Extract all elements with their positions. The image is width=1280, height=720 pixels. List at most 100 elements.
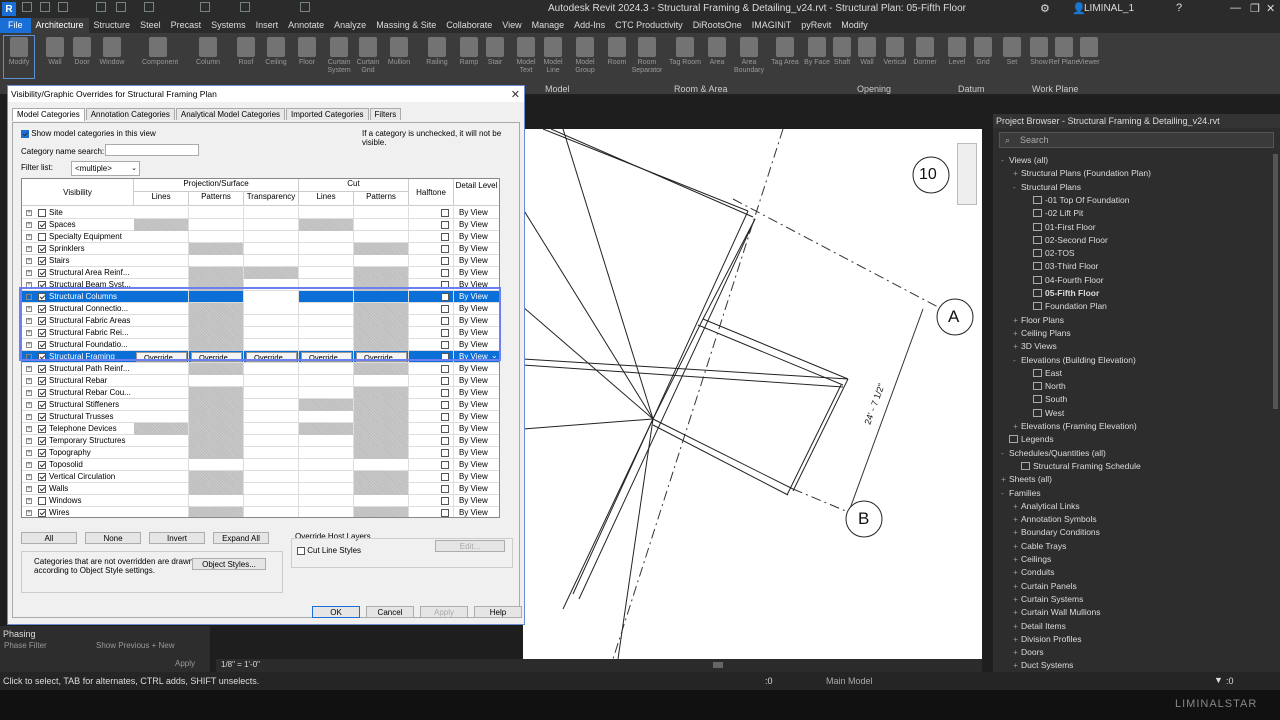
grid-cell[interactable] (244, 291, 299, 303)
invert-button[interactable]: Invert (149, 532, 205, 544)
ribbon-button-room[interactable]: Room (601, 37, 633, 67)
apply-button[interactable]: Apply (420, 606, 468, 618)
grid-cell[interactable] (244, 207, 299, 219)
grid-cell[interactable] (134, 303, 189, 315)
grid-cell[interactable] (134, 243, 189, 255)
grid-cell[interactable] (134, 495, 189, 507)
ribbon-button-area[interactable]: Area (701, 37, 733, 67)
3d-view-icon[interactable] (300, 2, 310, 12)
tree-item[interactable]: + Sheets (all) (1001, 473, 1052, 486)
expand-icon[interactable]: + (1013, 420, 1021, 433)
tree-item[interactable]: 01-First Floor (1025, 221, 1096, 234)
visibility-checkbox[interactable] (38, 401, 46, 409)
grid-cell[interactable] (189, 291, 244, 303)
expand-icon[interactable]: + (1013, 340, 1021, 353)
grid-cell[interactable] (244, 483, 299, 495)
text-icon[interactable] (240, 2, 250, 12)
table-row[interactable]: + Spaces By View (22, 219, 499, 231)
table-row[interactable]: + Telephone Devices By View (22, 423, 499, 435)
visibility-checkbox[interactable] (38, 509, 46, 517)
tab-add-ins[interactable]: Add-Ins (569, 18, 610, 33)
detail-level-value[interactable]: By View (459, 484, 488, 493)
visibility-checkbox[interactable] (38, 461, 46, 469)
table-row[interactable]: + Wires By View (22, 507, 499, 517)
override-button[interactable]: Override... (356, 352, 407, 362)
collapse-icon[interactable]: - (1013, 181, 1021, 194)
collapse-icon[interactable]: - (1013, 354, 1021, 367)
grid-cell[interactable] (134, 447, 189, 459)
grid-cell[interactable] (299, 267, 354, 279)
tree-item[interactable]: Legends (1001, 433, 1054, 446)
table-row[interactable]: + Site By View (22, 207, 499, 219)
tree-item[interactable]: + Ceiling Plans (1013, 327, 1071, 340)
project-browser-scrollbar[interactable] (1273, 154, 1278, 409)
halftone-checkbox[interactable] (441, 449, 449, 457)
grid-cell[interactable] (134, 363, 189, 375)
grid-cell[interactable] (299, 423, 354, 435)
phase-filter-value[interactable]: Show Previous + New (96, 641, 174, 650)
visibility-checkbox[interactable] (38, 245, 46, 253)
tab-file[interactable]: File (0, 18, 31, 33)
halftone-checkbox[interactable] (441, 221, 449, 229)
grid-cell[interactable] (244, 375, 299, 387)
tab-structure[interactable]: Structure (89, 18, 136, 33)
ribbon-button-model-line[interactable]: Model Line (537, 37, 569, 75)
grid-cell[interactable] (354, 423, 409, 435)
print-icon[interactable] (144, 2, 154, 12)
visibility-checkbox[interactable] (38, 329, 46, 337)
halftone-checkbox[interactable] (441, 509, 449, 517)
grid-cell[interactable] (189, 471, 244, 483)
tab-analyze[interactable]: Analyze (329, 18, 371, 33)
detail-level-value[interactable]: By View (459, 436, 488, 445)
grid-cell[interactable] (189, 423, 244, 435)
tree-item[interactable]: + Curtain Panels (1013, 580, 1077, 593)
detail-level-value[interactable]: By View (459, 256, 488, 265)
ribbon-button-component[interactable]: Component (142, 37, 178, 67)
detail-level-value[interactable]: By View (459, 304, 488, 313)
detail-level-value[interactable]: By View (459, 400, 488, 409)
grid-cell[interactable] (299, 243, 354, 255)
tab-imaginit[interactable]: IMAGINiT (747, 18, 797, 33)
object-styles-button[interactable]: Object Styles... (192, 558, 266, 570)
expand-icon[interactable]: + (1013, 659, 1021, 672)
tree-item[interactable]: +3D Views (1013, 340, 1057, 353)
grid-cell[interactable] (354, 375, 409, 387)
row-expand-icon[interactable]: + (26, 306, 32, 312)
visibility-checkbox[interactable] (38, 221, 46, 229)
filter-icon[interactable]: ▼ (1214, 675, 1223, 685)
save-icon[interactable] (40, 2, 50, 12)
tab-precast[interactable]: Precast (166, 18, 207, 33)
grid-cell[interactable] (299, 387, 354, 399)
grid-cell[interactable] (134, 267, 189, 279)
category-name-search-input[interactable] (105, 144, 199, 156)
grid-cell[interactable] (244, 267, 299, 279)
grid-cell[interactable] (244, 219, 299, 231)
table-row[interactable]: + Structural Stiffeners By View (22, 399, 499, 411)
detail-level-value[interactable]: By View (459, 292, 488, 301)
expand-icon[interactable]: + (1013, 513, 1021, 526)
expand-icon[interactable]: + (1013, 500, 1021, 513)
halftone-checkbox[interactable] (441, 281, 449, 289)
collapse-icon[interactable]: - (1001, 447, 1009, 460)
tree-item[interactable]: - Elevations (Building Elevation) (1013, 354, 1136, 367)
visibility-checkbox[interactable] (38, 425, 46, 433)
grid-cell[interactable] (354, 411, 409, 423)
tab-model-categories[interactable]: Model Categories (12, 108, 85, 121)
visibility-checkbox[interactable] (38, 413, 46, 421)
expand-icon[interactable]: + (1013, 606, 1021, 619)
grid-cell[interactable] (299, 255, 354, 267)
tab-manage[interactable]: Manage (527, 18, 570, 33)
user-name[interactable]: LIMINAL_1 (1084, 3, 1134, 14)
undo-icon[interactable] (96, 2, 106, 12)
detail-level-value[interactable]: By View (459, 340, 488, 349)
row-expand-icon[interactable]: + (26, 342, 32, 348)
grid-cell[interactable] (244, 399, 299, 411)
tab-filters[interactable]: Filters (369, 108, 402, 120)
grid-cell[interactable] (354, 507, 409, 517)
halftone-checkbox[interactable] (441, 209, 449, 217)
row-expand-icon[interactable]: + (26, 462, 32, 468)
grid-cell[interactable] (189, 315, 244, 327)
grid-cell[interactable] (189, 243, 244, 255)
grid-cell[interactable] (299, 399, 354, 411)
ribbon-button-railing[interactable]: Railing (421, 37, 453, 67)
